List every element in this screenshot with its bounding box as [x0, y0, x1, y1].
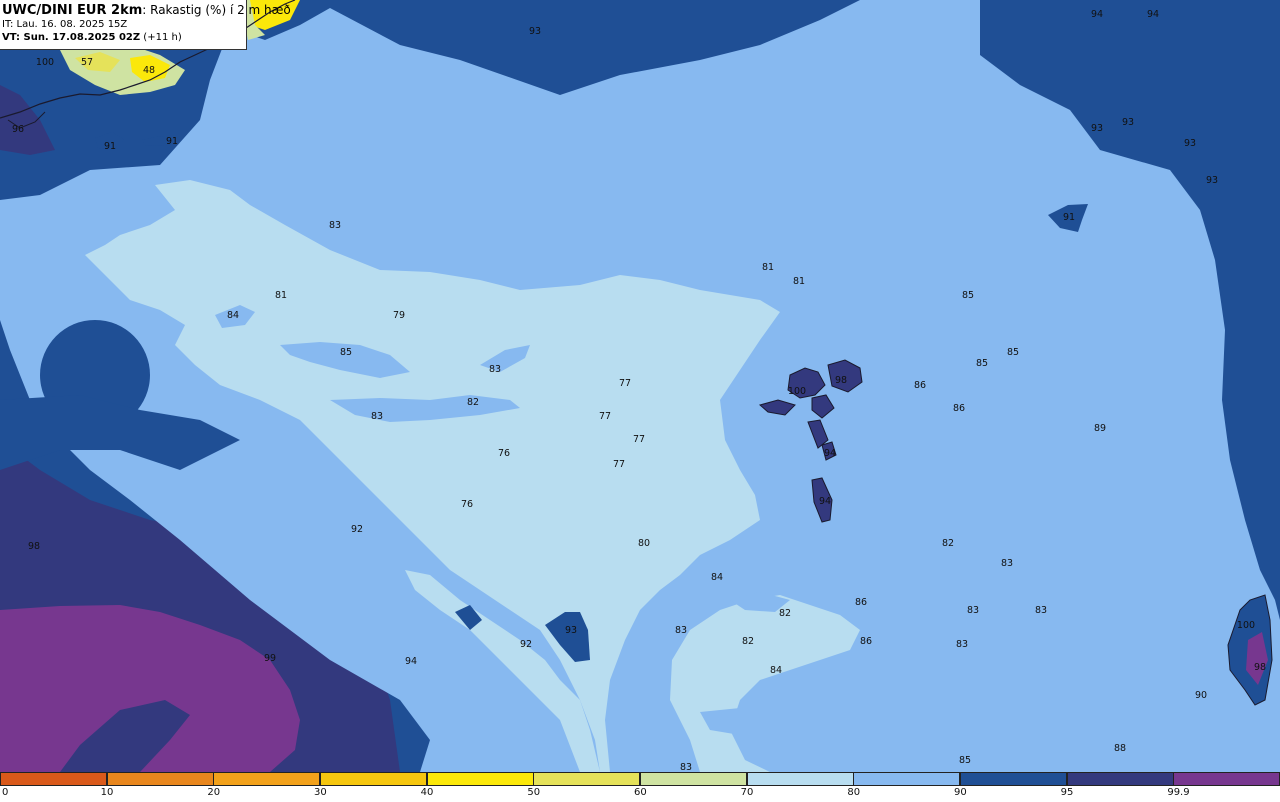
- colorbar-tick-label: 40: [420, 787, 434, 798]
- humidity-value-label: 94: [824, 448, 836, 459]
- humidity-value-label: 86: [855, 597, 867, 608]
- humidity-value-label: 93: [1206, 175, 1218, 186]
- humidity-value-label: 82: [779, 608, 791, 619]
- humidity-value-label: 86: [914, 380, 926, 391]
- humidity-value-label: 91: [104, 141, 116, 152]
- humidity-value-label: 92: [520, 639, 532, 650]
- colorbar-swatch: [1173, 772, 1280, 786]
- humidity-value-label: 83: [1035, 605, 1047, 616]
- humidity-value-label: 100: [1237, 620, 1255, 631]
- colorbar-tick-label: 50: [527, 787, 541, 798]
- humidity-value-label: 93: [565, 625, 577, 636]
- colorbar-swatch: [640, 772, 747, 786]
- humidity-value-label: 82: [742, 636, 754, 647]
- humidity-value-label: 77: [613, 459, 625, 470]
- humidity-value-label: 98: [28, 541, 40, 552]
- humidity-value-label: 88: [1114, 743, 1126, 754]
- humidity-map[interactable]: 94 94 93 100 57 48 96 91 91 93 93 93 93 91 83 81 81 85 81 8…: [0, 0, 1280, 772]
- colorbar-swatch: [106, 772, 214, 786]
- map-info-panel: UWC/DINI EUR 2km: Rakastig (%) í 2 m hæð…: [0, 0, 291, 50]
- humidity-value-label: 93: [1184, 138, 1196, 149]
- humidity-value-label: 91: [166, 136, 178, 147]
- colorbar-swatch: [0, 772, 107, 786]
- humidity-value-label: 76: [498, 448, 510, 459]
- colorbar-swatch: [213, 772, 321, 786]
- humidity-value-label: 76: [461, 499, 473, 510]
- humidity-value-label: 85: [976, 358, 988, 369]
- valid-time: VT: Sun. 17.08.2025 02Z: [2, 32, 141, 43]
- humidity-value-label: 83: [1001, 558, 1013, 569]
- humidity-value-label: 81: [762, 262, 774, 273]
- humidity-value-label: 77: [599, 411, 611, 422]
- colorbar-tick-label: 60: [634, 787, 647, 798]
- humidity-value-label: 81: [793, 276, 805, 287]
- humidity-value-label: 93: [529, 26, 541, 37]
- humidity-value-label: 84: [711, 572, 723, 583]
- humidity-value-label: 100: [36, 57, 54, 68]
- colorbar-tick-label: 30: [314, 787, 327, 798]
- colorbar-swatch: [426, 772, 534, 786]
- colorbar-tick-label: 70: [740, 787, 754, 798]
- humidity-value-label: 93: [1091, 123, 1103, 134]
- humidity-value-label: 80: [638, 538, 650, 549]
- variable-name: : Rakastig (%) í 2 m hæð: [142, 3, 291, 17]
- colorbar-swatch: [1066, 772, 1174, 786]
- colorbar-swatch: [746, 772, 854, 786]
- humidity-value-label: 48: [143, 65, 155, 76]
- humidity-value-label: 85: [1007, 347, 1019, 358]
- humidity-value-label: 90: [1195, 690, 1207, 701]
- humidity-value-label: 82: [467, 397, 479, 408]
- humidity-value-label: 83: [489, 364, 501, 375]
- colorbar-tick-label: 80: [847, 787, 861, 798]
- humidity-value-label: 77: [619, 378, 631, 389]
- humidity-value-label: 86: [953, 403, 965, 414]
- lead-time: (+11 h): [140, 32, 182, 43]
- humidity-value-label: 100: [788, 386, 806, 397]
- humidity-value-label: 94: [405, 656, 417, 667]
- colorbar-swatch: [533, 772, 641, 786]
- humidity-value-label: 94: [1091, 9, 1103, 20]
- colorbar-tick-label: 90: [954, 787, 967, 798]
- humidity-value-label: 85: [959, 755, 971, 766]
- humidity-value-label: 85: [962, 290, 974, 301]
- colorbar-tick-label: 99.9: [1167, 787, 1190, 798]
- humidity-value-label: 96: [12, 124, 24, 135]
- humidity-value-label: 83: [675, 625, 687, 636]
- humidity-value-label: 84: [770, 665, 782, 676]
- humidity-value-label: 98: [835, 375, 847, 386]
- humidity-value-label: 83: [329, 220, 341, 231]
- humidity-value-label: 98: [1254, 662, 1266, 673]
- colorbar-swatch: [853, 772, 961, 786]
- humidity-value-label: 83: [371, 411, 383, 422]
- colorbar: 0 10 20 30 40 50 60 70 80 90 95 99.9: [0, 772, 1280, 802]
- humidity-value-label: 86: [860, 636, 872, 647]
- humidity-value-label: 79: [393, 310, 405, 321]
- humidity-value-label: 89: [1094, 423, 1106, 434]
- colorbar-tick-label: 0: [2, 787, 9, 798]
- humidity-value-label: 82: [942, 538, 954, 549]
- colorbar-swatch: [960, 772, 1067, 786]
- humidity-value-label: 92: [351, 524, 363, 535]
- humidity-value-label: 93: [1122, 117, 1134, 128]
- colorbar-tick-label: 20: [207, 787, 221, 798]
- humidity-value-label: 91: [1063, 212, 1075, 223]
- humidity-value-label: 94: [1147, 9, 1159, 20]
- humidity-value-label: 84: [227, 310, 239, 321]
- humidity-value-label: 77: [633, 434, 645, 445]
- colorbar-tick-label: 10: [100, 787, 114, 798]
- init-time: IT: Lau. 16. 08. 2025 15Z: [2, 19, 128, 30]
- humidity-value-label: 85: [340, 347, 352, 358]
- colorbar-tick-label: 95: [1060, 787, 1074, 798]
- humidity-value-label: 99: [264, 653, 276, 664]
- colorbar-swatch: [320, 772, 427, 786]
- humidity-value-label: 83: [680, 762, 692, 772]
- humidity-value-label: 81: [275, 290, 287, 301]
- humidity-value-label: 94: [819, 496, 831, 507]
- humidity-value-label: 83: [967, 605, 979, 616]
- humidity-value-label: 57: [81, 57, 93, 68]
- humidity-value-label: 83: [956, 639, 968, 650]
- model-name: UWC/DINI EUR 2km: [2, 3, 143, 18]
